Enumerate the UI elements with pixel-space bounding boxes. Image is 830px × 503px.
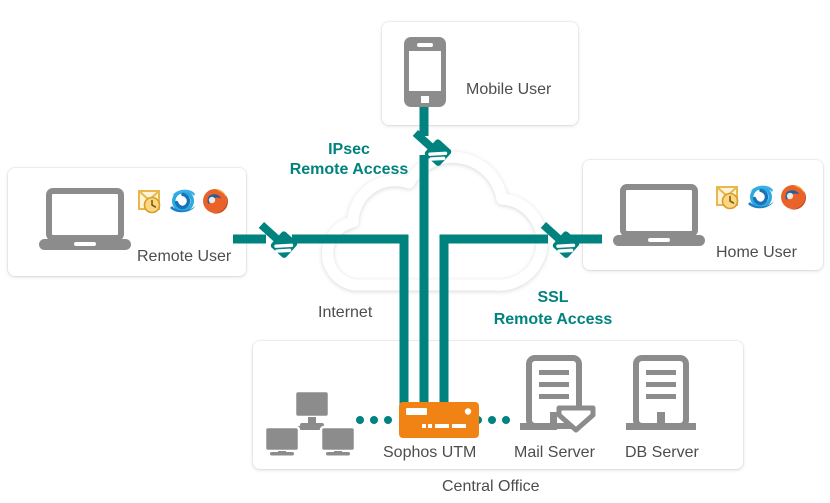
remote-user-label: Remote User: [137, 248, 232, 265]
ipsec-label-line1: IPsec: [328, 141, 370, 158]
ipsec-label-line2: Remote Access: [289, 161, 409, 178]
home-user-label: Home User: [716, 244, 797, 261]
db-server-label: DB Server: [625, 444, 699, 461]
mail-server-label: Mail Server: [514, 444, 595, 461]
firewall-appliance-icon: [399, 402, 479, 438]
ssl-label-line2: Remote Access: [493, 311, 613, 328]
mail-server-icon: [520, 355, 596, 433]
internet-label: Internet: [318, 304, 373, 321]
central-office-label: Central Office: [442, 478, 540, 495]
database-server-icon: [626, 355, 696, 430]
mobile-user-label: Mobile User: [466, 81, 552, 98]
network-diagram: Mobile User Remote User Home User Intern…: [0, 0, 830, 503]
sophos-utm-label: Sophos UTM: [383, 444, 477, 461]
ssl-label-line1: SSL: [537, 289, 569, 306]
